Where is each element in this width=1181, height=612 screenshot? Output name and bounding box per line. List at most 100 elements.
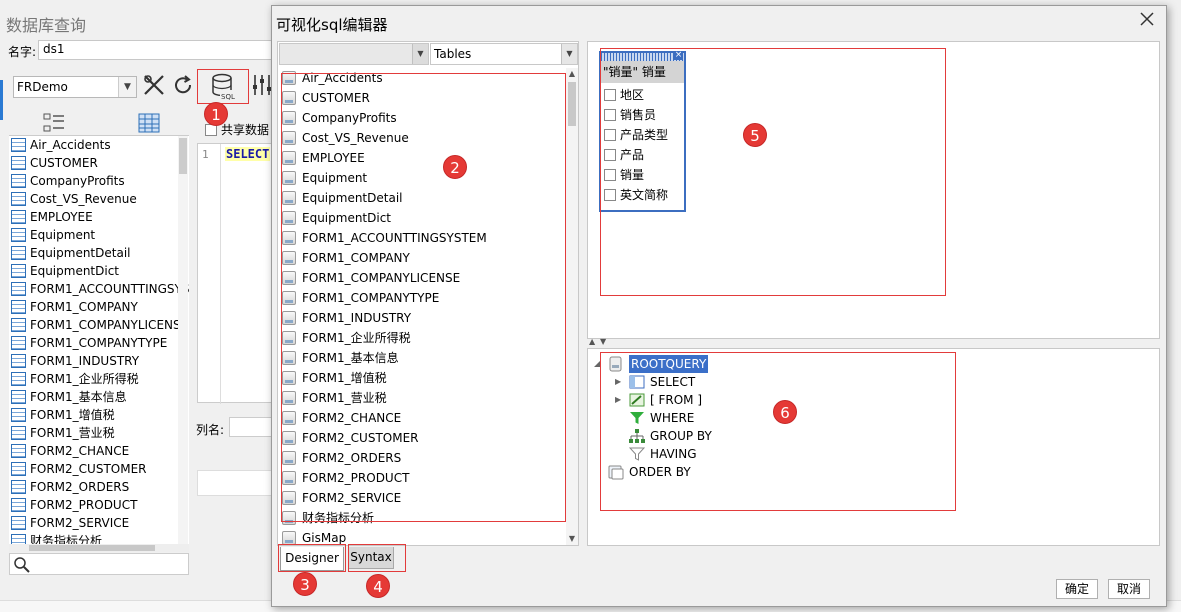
list-item[interactable]: FORM1_营业税	[9, 424, 189, 442]
list-item[interactable]: EquipmentDict	[279, 208, 565, 228]
chevron-down-icon[interactable]: ▼	[412, 44, 428, 64]
list-item[interactable]: FORM2_PRODUCT	[279, 468, 565, 488]
scrollbar[interactable]	[178, 136, 188, 544]
scroll-down-icon[interactable]: ▼	[566, 533, 578, 545]
list-item[interactable]: EquipmentDetail	[9, 244, 189, 262]
cancel-button[interactable]: 取消	[1108, 579, 1150, 599]
list-item[interactable]: FORM2_ORDERS	[9, 478, 189, 496]
list-item[interactable]: FORM2_SERVICE	[9, 514, 189, 532]
chevron-down-icon[interactable]: ▼	[561, 44, 577, 64]
tab-designer[interactable]: Designer	[280, 547, 344, 571]
table-icon	[11, 498, 26, 512]
query-structure-tree[interactable]: ◢ ROOTQUERY ▶ SELECT ▶ [ FROM ] WHERE GR…	[587, 348, 1160, 546]
list-item[interactable]: FORM1_COMPANYLICENSE	[279, 268, 565, 288]
list-item[interactable]: FORM1_COMPANY	[279, 248, 565, 268]
pane-splitter[interactable]: ▲ ▼	[587, 337, 1160, 348]
list-item[interactable]: FORM1_基本信息	[279, 348, 565, 368]
close-icon[interactable]: ×	[674, 51, 683, 60]
list-item[interactable]: Cost_VS_Revenue	[9, 190, 189, 208]
checkbox-icon[interactable]	[604, 129, 616, 141]
list-item[interactable]: FORM1_ACCOUNTTINGSYSTEM	[9, 280, 189, 298]
list-item[interactable]: EMPLOYEE	[9, 208, 189, 226]
close-icon[interactable]	[1140, 12, 1154, 26]
list-item[interactable]: CompanyProfits	[9, 172, 189, 190]
chevron-down-icon[interactable]: ▼	[118, 77, 136, 97]
list-item[interactable]: Cost_VS_Revenue	[279, 128, 565, 148]
list-item[interactable]: GisMap	[279, 528, 565, 545]
field-checkbox[interactable]: 销量	[604, 165, 644, 185]
list-item[interactable]: FORM1_INDUSTRY	[9, 352, 189, 370]
background-table-list[interactable]: Air_Accidents CUSTOMER CompanyProfits Cost_…	[9, 136, 189, 544]
field-checkbox[interactable]: 英文简称	[604, 185, 668, 205]
list-item[interactable]: CompanyProfits	[279, 108, 565, 128]
checkbox-icon[interactable]	[604, 149, 616, 161]
ok-button[interactable]: 确定	[1056, 579, 1098, 599]
list-item[interactable]: FORM1_企业所得税	[9, 370, 189, 388]
refresh-icon[interactable]	[170, 73, 196, 99]
list-item[interactable]: FORM1_INDUSTRY	[279, 308, 565, 328]
list-item[interactable]: FORM1_COMPANYTYPE	[9, 334, 189, 352]
dialog-title: 可视化sql编辑器	[276, 16, 388, 34]
collapse-icon[interactable]: ◢	[594, 355, 604, 373]
sql-text-editor[interactable]: 1 SELECT	[197, 143, 277, 404]
table-view-tabs	[9, 110, 189, 136]
horizontal-scrollbar[interactable]	[9, 544, 189, 552]
list-item[interactable]: FORM2_PRODUCT	[9, 496, 189, 514]
table-type-select[interactable]: Tables ▼	[430, 43, 578, 65]
drag-handle[interactable]	[601, 53, 684, 61]
list-item[interactable]: FORM1_企业所得税	[279, 328, 565, 348]
list-item[interactable]: Equipment	[9, 226, 189, 244]
tree-view-icon[interactable]	[42, 112, 72, 134]
field-checkbox[interactable]: 销售员	[604, 105, 656, 125]
table-list[interactable]: Air_Accidents CUSTOMER CompanyProfits Cost_…	[279, 68, 565, 545]
collapse-up-icon[interactable]: ▲	[589, 337, 595, 346]
sql-designer-button[interactable]: SQL	[197, 69, 249, 104]
list-item[interactable]: FORM2_CHANCE	[9, 442, 189, 460]
list-item[interactable]: Equipment	[279, 168, 565, 188]
list-item[interactable]: Air_Accidents	[279, 68, 565, 88]
list-item[interactable]: FORM2_CUSTOMER	[279, 428, 565, 448]
list-item[interactable]: FORM2_CHANCE	[279, 408, 565, 428]
list-item[interactable]: FORM2_ORDERS	[279, 448, 565, 468]
expand-icon[interactable]: ▶	[615, 373, 625, 391]
grid-view-icon[interactable]	[137, 112, 167, 134]
list-item[interactable]: FORM1_基本信息	[9, 388, 189, 406]
list-item[interactable]: FORM1_COMPANYTYPE	[279, 288, 565, 308]
field-checkbox[interactable]: 地区	[604, 85, 644, 105]
list-item[interactable]: CUSTOMER	[9, 154, 189, 172]
list-item[interactable]: Air_Accidents	[9, 136, 189, 154]
checkbox-icon[interactable]	[604, 169, 616, 181]
list-item[interactable]: 财务指标分析	[279, 508, 565, 528]
expand-icon[interactable]: ▶	[615, 391, 625, 409]
list-item[interactable]: FORM1_增值税	[9, 406, 189, 424]
scroll-up-icon[interactable]: ▲	[566, 68, 578, 80]
field-checkbox[interactable]: 产品类型	[604, 125, 668, 145]
connection-select[interactable]: FRDemo ▼	[13, 76, 137, 98]
checkbox-icon[interactable]	[604, 189, 616, 201]
design-canvas[interactable]: × "销量" 销量 地区 销售员 产品类型 产品 销量 英文简称	[587, 41, 1160, 339]
list-item[interactable]: EquipmentDetail	[279, 188, 565, 208]
field-checkbox[interactable]: 产品	[604, 145, 644, 165]
list-item[interactable]: FORM1_ACCOUNTTINGSYSTEM	[279, 228, 565, 248]
checkbox-icon[interactable]	[604, 109, 616, 121]
tab-syntax[interactable]: Syntax	[348, 547, 394, 569]
list-item[interactable]: FORM1_增值税	[279, 368, 565, 388]
list-item[interactable]: FORM2_SERVICE	[279, 488, 565, 508]
column-input[interactable]	[229, 417, 277, 437]
list-item[interactable]: FORM2_CUSTOMER	[9, 460, 189, 478]
name-input[interactable]: ds1	[38, 40, 278, 60]
table-widget[interactable]: × "销量" 销量 地区 销售员 产品类型 产品 销量 英文简称	[599, 51, 686, 212]
checkbox-icon[interactable]	[604, 89, 616, 101]
list-item[interactable]: 财务指标分析	[9, 532, 189, 544]
search-input[interactable]	[9, 553, 189, 575]
scrollbar[interactable]: ▲ ▼	[566, 68, 578, 545]
list-item[interactable]: FORM1_COMPANY	[9, 298, 189, 316]
list-item[interactable]: FORM1_营业税	[279, 388, 565, 408]
schema-select[interactable]: ▼	[279, 43, 429, 65]
list-item[interactable]: CUSTOMER	[279, 88, 565, 108]
list-item[interactable]: FORM1_COMPANYLICENSE	[9, 316, 189, 334]
list-item[interactable]: EquipmentDict	[9, 262, 189, 280]
collapse-down-icon[interactable]: ▼	[600, 337, 606, 346]
list-item[interactable]: EMPLOYEE	[279, 148, 565, 168]
tools-icon[interactable]	[141, 73, 167, 99]
